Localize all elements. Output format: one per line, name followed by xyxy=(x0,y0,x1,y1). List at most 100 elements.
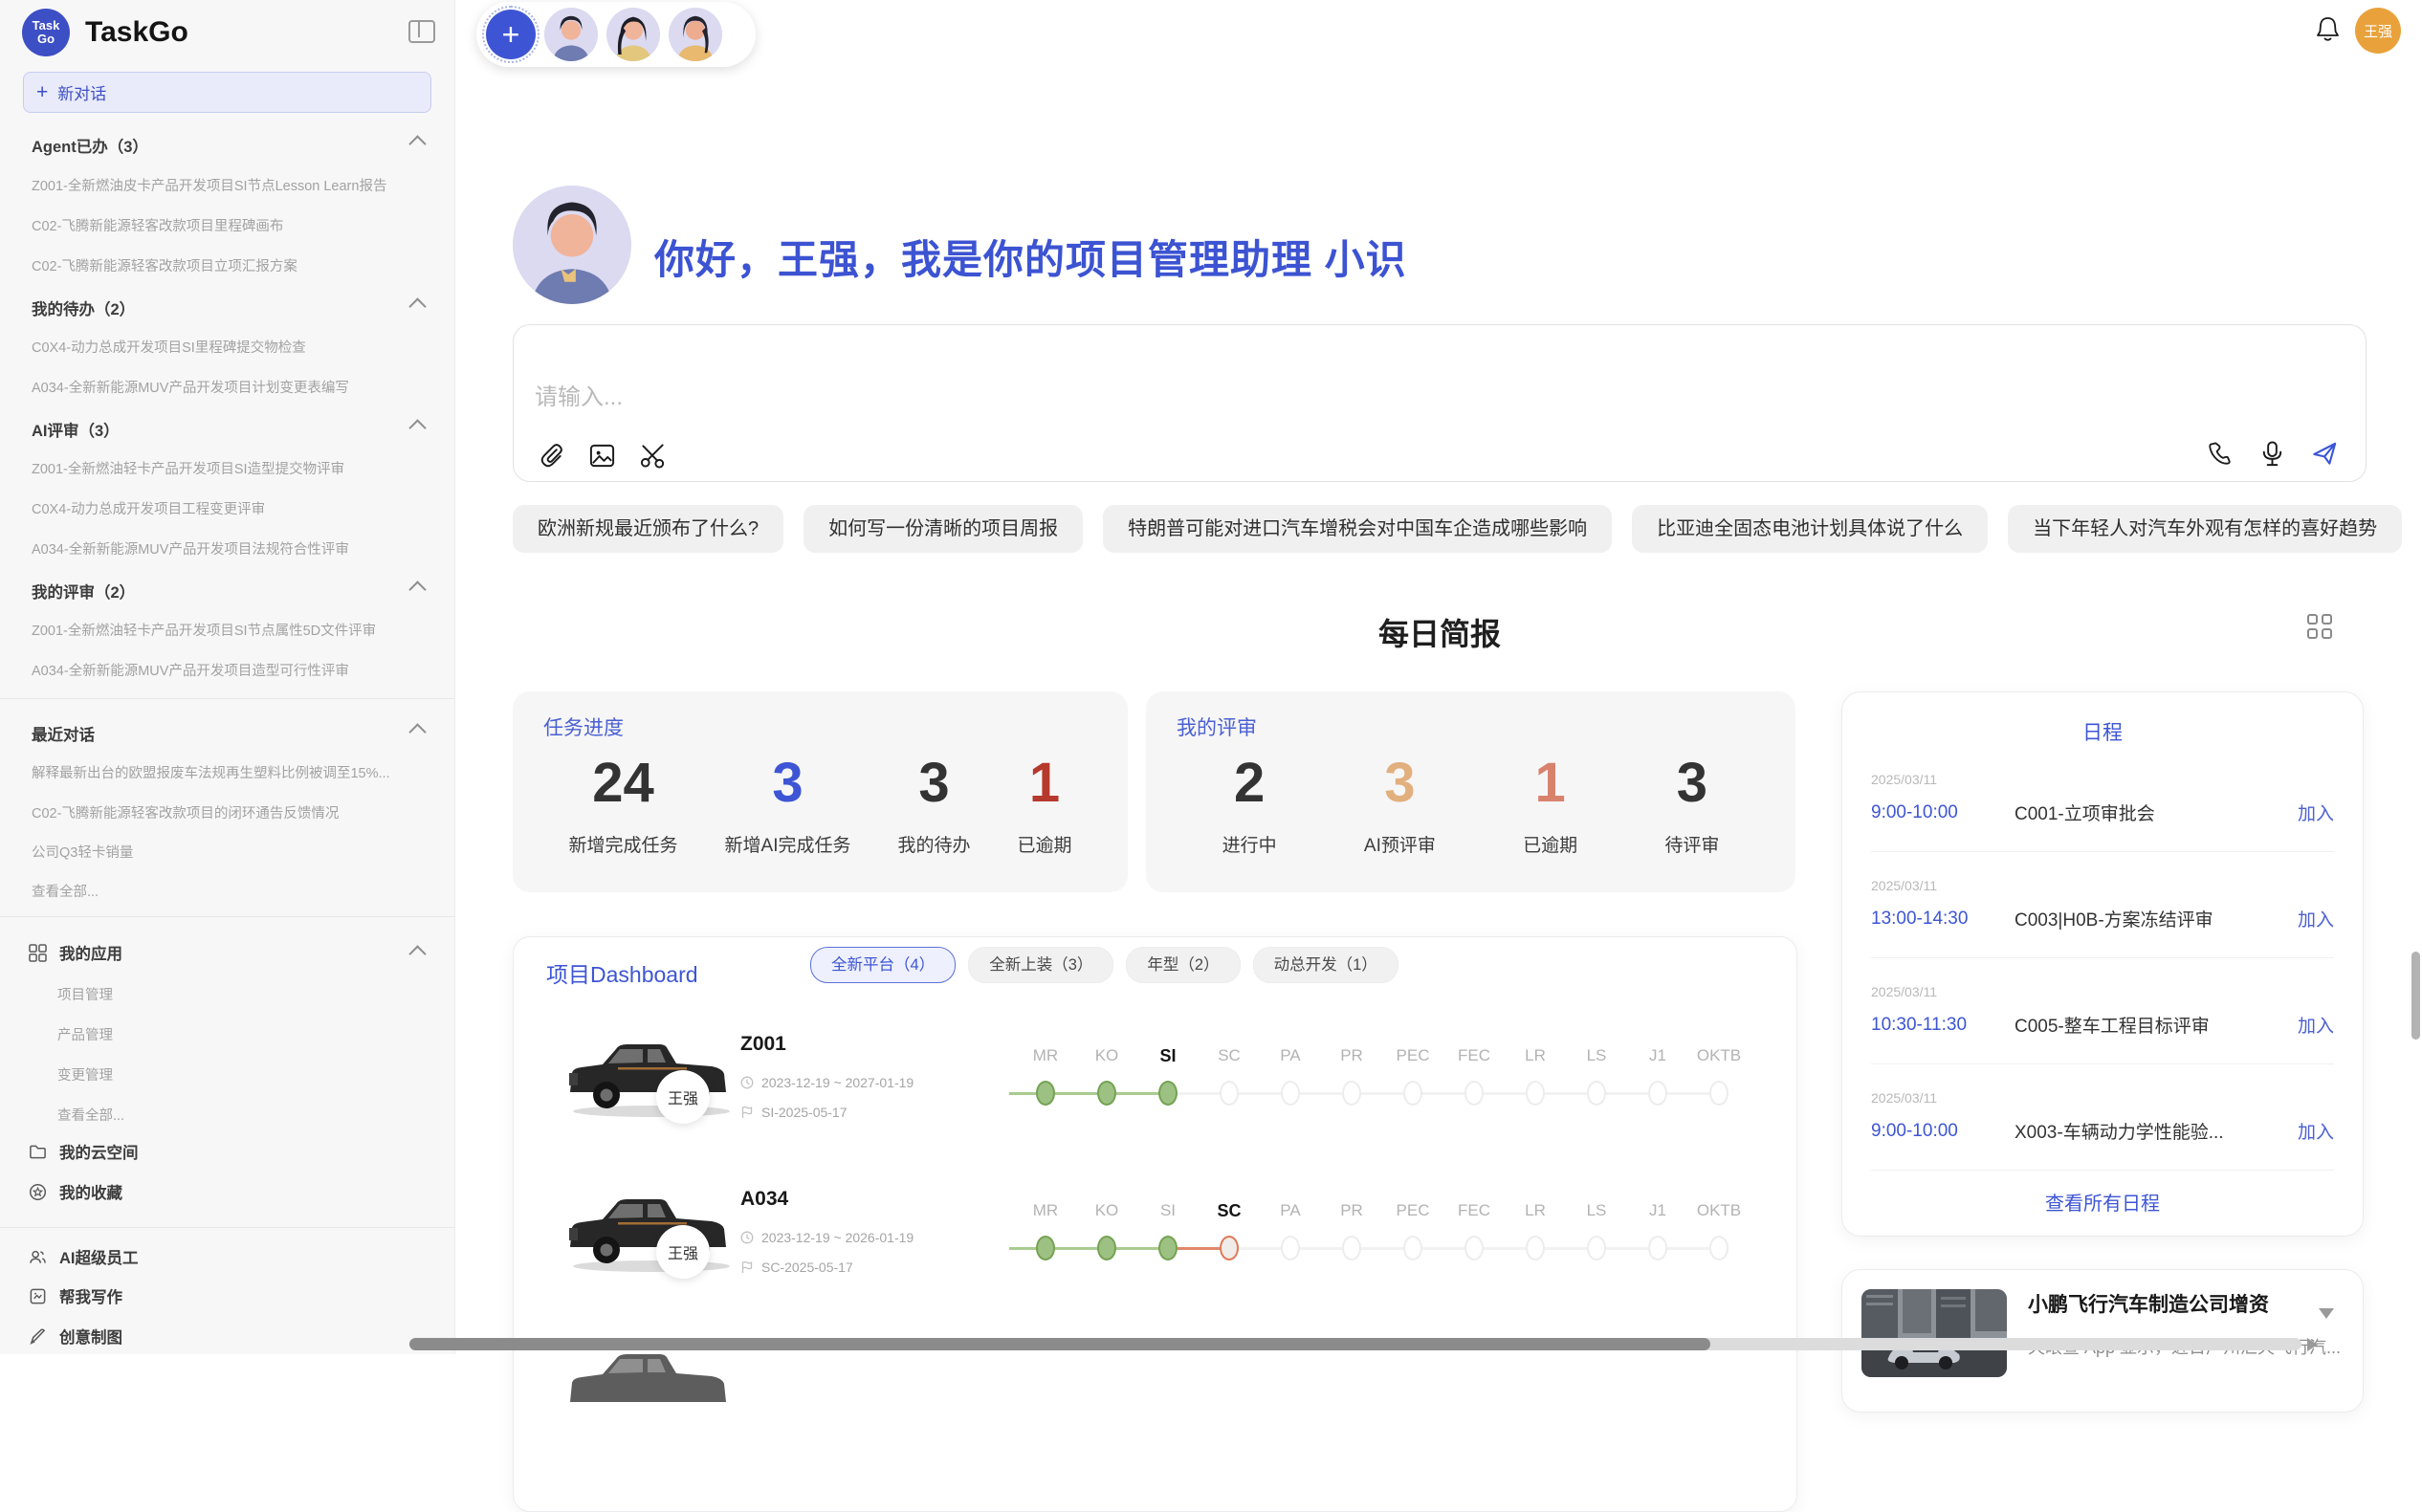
filter-pill[interactable]: 全新上装（3） xyxy=(968,947,1113,983)
project-flag: SI-2025-05-17 xyxy=(740,1105,848,1120)
sidebar-item[interactable]: C0X4-动力总成开发项目SI里程碑提交物检查 xyxy=(32,337,407,357)
milestone-label: PEC xyxy=(1382,1046,1443,1065)
layout-grid-icon[interactable] xyxy=(2307,614,2332,639)
schedule-item: 2025/03/11 9:00-10:00 X003-车辆动力学性能验... 加… xyxy=(1871,1064,2334,1171)
app-item-change-mgmt[interactable]: 变更管理 xyxy=(57,1064,407,1085)
app-item-project-mgmt[interactable]: 项目管理 xyxy=(57,984,407,1004)
milestone-dot xyxy=(1587,1236,1606,1260)
sidebar-item[interactable]: Z001-全新燃油皮卡产品开发项目SI节点Lesson Learn报告 xyxy=(32,175,407,195)
add-conversation-button[interactable]: + xyxy=(486,10,536,59)
phone-call-icon[interactable] xyxy=(2206,440,2234,468)
project-dates-text: 2023-12-19 ~ 2027-01-19 xyxy=(761,1075,914,1090)
milestone: PR xyxy=(1321,1194,1382,1260)
suggestion-chip[interactable]: 如何写一份清晰的项目周报 xyxy=(804,505,1083,553)
sidebar-item-my-favorites[interactable]: 我的收藏 xyxy=(29,1180,404,1203)
horizontal-scrollbar-thumb[interactable] xyxy=(409,1338,1710,1350)
schedule-date: 2025/03/11 xyxy=(1871,878,2334,893)
filter-pill[interactable]: 全新平台（4） xyxy=(810,947,956,983)
chevron-up-icon[interactable] xyxy=(408,419,426,436)
section-recent-chats[interactable]: 最近对话 xyxy=(32,722,407,745)
suggestion-chip[interactable]: 比亚迪全固态电池计划具体说了什么 xyxy=(1632,505,1988,553)
suggestion-chip[interactable]: 欧洲新规最近颁布了什么? xyxy=(513,505,783,553)
owner-badge: 王强 xyxy=(656,1225,710,1279)
sidebar-item[interactable]: A034-全新新能源MUV产品开发项目造型可行性评审 xyxy=(32,660,407,680)
sidebar-item[interactable]: Z001-全新燃油轻卡产品开发项目SI节点属性5D文件评审 xyxy=(32,620,407,640)
join-link[interactable]: 加入 xyxy=(2298,1118,2334,1144)
join-link[interactable]: 加入 xyxy=(2298,800,2334,825)
milestone: FEC xyxy=(1443,1194,1505,1260)
sidebar-collapse-icon[interactable] xyxy=(408,20,435,43)
chevron-up-icon[interactable] xyxy=(408,945,426,962)
clock-icon xyxy=(740,1231,754,1244)
paperclip-icon[interactable] xyxy=(538,442,565,470)
filter-pill[interactable]: 年型（2） xyxy=(1126,947,1240,983)
chevron-up-icon[interactable] xyxy=(408,135,426,152)
section-agent-done[interactable]: Agent已办（3） xyxy=(32,134,407,157)
recent-chat-item[interactable]: 解释最新出台的欧盟报废车法规再生塑料比例被调至15%... xyxy=(32,762,407,782)
sidebar-item[interactable]: C02-飞腾新能源轻客改款项目里程碑画布 xyxy=(32,215,407,235)
schedule-time: 10:30-11:30 xyxy=(1871,1015,2015,1036)
scroll-right-arrow[interactable] xyxy=(2307,1338,2318,1351)
folder-icon xyxy=(29,1143,47,1161)
chevron-up-icon[interactable] xyxy=(408,723,426,740)
milestone-dot xyxy=(1709,1236,1728,1260)
section-my-review[interactable]: 我的评审（2） xyxy=(32,580,407,603)
notification-bell-icon[interactable] xyxy=(2315,15,2341,44)
project-flag: SC-2025-05-17 xyxy=(740,1260,853,1275)
stat: 1 已逾期 xyxy=(1017,749,1071,857)
recent-chat-item[interactable]: C02-飞腾新能源轻客改款项目的闭环通告反馈情况 xyxy=(32,802,407,822)
sidebar-item[interactable]: A034-全新新能源MUV产品开发项目计划变更表编写 xyxy=(32,377,407,397)
stat: 24 新增完成任务 xyxy=(569,749,678,857)
suggestion-chip[interactable]: 特朗普可能对进口汽车增税会对中国车企造成哪些影响 xyxy=(1103,505,1612,553)
input-actions xyxy=(2206,440,2339,468)
sidebar-item-help-me-write[interactable]: 帮我写作 xyxy=(29,1284,404,1307)
avatar[interactable] xyxy=(606,8,660,61)
section-my-todo[interactable]: 我的待办（2） xyxy=(32,296,407,319)
microphone-icon[interactable] xyxy=(2258,440,2286,468)
user-avatar[interactable]: 王强 xyxy=(2355,8,2401,54)
sidebar-item-creative-drawing[interactable]: 创意制图 xyxy=(29,1325,404,1348)
sidebar-item[interactable]: Z001-全新燃油轻卡产品开发项目SI造型提交物评审 xyxy=(32,458,407,478)
app-item-product-mgmt[interactable]: 产品管理 xyxy=(57,1024,407,1044)
chevron-up-icon[interactable] xyxy=(408,297,426,315)
scissors-icon[interactable] xyxy=(639,442,667,470)
recent-chats-view-all[interactable]: 查看全部... xyxy=(32,881,407,901)
schedule-event-title: X003-车辆动力学性能验... xyxy=(2015,1118,2298,1144)
sidebar-item[interactable]: A034-全新新能源MUV产品开发项目法规符合性评审 xyxy=(32,538,407,559)
avatar[interactable] xyxy=(544,8,598,61)
assistant-greeting: 你好，王强，我是你的项目管理助理 小识 xyxy=(654,228,1407,286)
avatar[interactable] xyxy=(669,8,722,61)
milestone-dot xyxy=(1464,1236,1484,1260)
section-ai-review[interactable]: AI评审（3） xyxy=(32,418,407,441)
image-icon[interactable] xyxy=(588,442,616,470)
join-link[interactable]: 加入 xyxy=(2298,1012,2334,1038)
milestone: MR xyxy=(1015,1194,1076,1260)
milestone-label: J1 xyxy=(1627,1046,1688,1065)
milestone-dot-overdue xyxy=(1220,1236,1239,1260)
sidebar-item-my-apps[interactable]: 我的应用 xyxy=(29,941,404,964)
new-chat-button[interactable]: + 新对话 xyxy=(23,72,431,113)
join-link[interactable]: 加入 xyxy=(2298,906,2334,931)
view-all-schedule-link[interactable]: 查看所有日程 xyxy=(1871,1171,2334,1233)
schedule-date: 2025/03/11 xyxy=(1871,772,2334,787)
person-avatar-icon xyxy=(669,8,722,61)
scroll-down-arrow[interactable] xyxy=(2319,1308,2334,1319)
project-name: Z001 xyxy=(740,1033,786,1056)
recent-chat-item[interactable]: 公司Q3轻卡销量 xyxy=(32,842,407,862)
apps-view-all[interactable]: 查看全部... xyxy=(57,1105,407,1125)
project-row[interactable]: 王强 Z001 2023-12-19 ~ 2027-01-19 SI-2025-… xyxy=(561,1018,1785,1161)
milestone-label: OKTB xyxy=(1688,1046,1750,1065)
vertical-scrollbar-thumb[interactable] xyxy=(2411,952,2420,1040)
sidebar-item-my-cloud[interactable]: 我的云空间 xyxy=(29,1140,404,1163)
milestone-label: LS xyxy=(1566,1046,1627,1065)
chat-input-box[interactable]: 请输入... xyxy=(513,324,2367,482)
filter-pill[interactable]: 动总开发（1） xyxy=(1253,947,1398,983)
suggestion-chip[interactable]: 当下年轻人对汽车外观有怎样的喜好趋势 xyxy=(2008,505,2402,553)
send-icon[interactable] xyxy=(2311,440,2339,468)
project-row[interactable]: 王强 A034 2023-12-19 ~ 2026-01-19 SC-2025-… xyxy=(561,1172,1785,1316)
sidebar-item-ai-super-staff[interactable]: AI超级员工 xyxy=(29,1245,404,1268)
sidebar-item[interactable]: C0X4-动力总成开发项目工程变更评审 xyxy=(32,498,407,518)
sidebar-item[interactable]: C02-飞腾新能源轻客改款项目立项汇报方案 xyxy=(32,255,407,275)
chevron-up-icon[interactable] xyxy=(408,581,426,598)
milestone-label: PEC xyxy=(1382,1201,1443,1220)
